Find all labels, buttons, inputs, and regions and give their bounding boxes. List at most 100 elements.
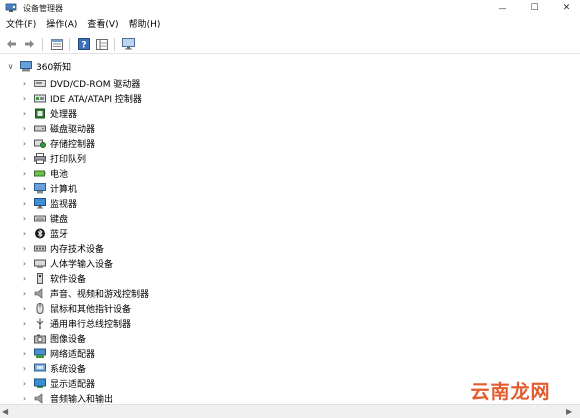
tree-category-row[interactable]: › 打印队列 — [20, 151, 86, 165]
monitor-icon — [34, 197, 46, 209]
menu-bar: 文件(F) 操作(A) 查看(V) 帮助(H) — [0, 17, 580, 34]
maximize-button[interactable]: ☐ — [520, 0, 549, 16]
toolbar-separator — [42, 37, 43, 51]
menu-help[interactable]: 帮助(H) — [124, 17, 166, 34]
memory-device-icon — [34, 243, 46, 254]
forward-button[interactable] — [21, 36, 38, 53]
chevron-right-icon[interactable]: › — [20, 211, 29, 225]
chevron-right-icon[interactable]: › — [20, 361, 29, 375]
tree-category-row[interactable]: › IDE ATA/ATAPI 控制器 — [20, 91, 142, 105]
tree-category-row[interactable]: › 处理器 — [20, 106, 77, 120]
tree-category-label: 网络适配器 — [50, 349, 96, 360]
tree-category-row[interactable]: › 键盘 — [20, 211, 68, 225]
tree-root-label: 360新知 — [36, 62, 72, 73]
scroll-right-icon[interactable]: ▶ — [566, 407, 576, 417]
chevron-right-icon[interactable]: › — [20, 316, 29, 330]
chevron-right-icon[interactable]: › — [20, 271, 29, 285]
tree-category-row[interactable]: › 显示适配器 — [20, 376, 95, 390]
tree-category-row[interactable]: › 声音、视频和游戏控制器 — [20, 286, 149, 300]
chevron-right-icon[interactable]: › — [20, 226, 29, 240]
tree-category-label: 内存技术设备 — [50, 244, 105, 255]
camera-icon — [34, 333, 46, 344]
tree-category-row[interactable]: › 网络适配器 — [20, 346, 95, 360]
properties-pane-button[interactable] — [48, 36, 65, 53]
tree-category-label: IDE ATA/ATAPI 控制器 — [50, 94, 142, 105]
mouse-icon — [34, 302, 46, 314]
tree-category-row[interactable]: › 软件设备 — [20, 271, 86, 285]
chevron-right-icon[interactable]: › — [20, 301, 29, 315]
chevron-right-icon[interactable]: › — [20, 91, 29, 105]
tree-category-row[interactable]: › DVD/CD-ROM 驱动器 — [20, 76, 140, 90]
computer-icon — [20, 60, 32, 72]
chevron-right-icon[interactable]: › — [20, 151, 29, 165]
tree-category-row[interactable]: › 图像设备 — [20, 331, 86, 345]
tree-category-label: 声音、视频和游戏控制器 — [50, 289, 150, 300]
tree-category-row[interactable]: › 磁盘驱动器 — [20, 121, 95, 135]
usb-icon — [34, 318, 46, 329]
minimize-icon: — — [498, 3, 507, 13]
computer-icon — [34, 182, 46, 194]
toolbar-separator — [69, 37, 70, 51]
tree-category-label: 监视器 — [50, 199, 78, 210]
chevron-right-icon[interactable]: › — [20, 181, 29, 195]
menu-action[interactable]: 操作(A) — [41, 17, 82, 34]
scan-hardware-button[interactable] — [120, 36, 137, 53]
chevron-right-icon[interactable]: › — [20, 121, 29, 135]
list-view-button[interactable] — [93, 36, 110, 53]
chevron-right-icon[interactable]: › — [20, 166, 29, 180]
tree-category-row[interactable]: › 鼠标和其他指针设备 — [20, 301, 131, 315]
chevron-right-icon[interactable]: › — [20, 331, 29, 345]
tree-category-row[interactable]: › 监视器 — [20, 196, 77, 210]
tree-root[interactable]: ∨ 360新知 — [6, 59, 71, 73]
tree-category-row[interactable]: › 蓝牙 — [20, 226, 68, 240]
keyboard-icon — [34, 213, 46, 224]
bluetooth-icon — [34, 228, 46, 239]
chevron-right-icon[interactable]: › — [20, 136, 29, 150]
site-watermark: 云南龙网 — [448, 378, 573, 403]
tree-category-row[interactable]: › 音频输入和输出 — [20, 391, 113, 405]
speaker-icon — [34, 287, 46, 299]
optical-drive-icon — [34, 78, 46, 89]
hid-icon — [34, 258, 46, 269]
battery-icon — [34, 168, 46, 179]
tree-category-row[interactable]: › 通用串行总线控制器 — [20, 316, 131, 330]
tree-category-label: 蓝牙 — [50, 229, 69, 240]
monitor-icon — [122, 38, 135, 50]
tree-category-row[interactable]: › 内存技术设备 — [20, 241, 104, 255]
processor-icon — [34, 108, 46, 119]
tree-category-row[interactable]: › 计算机 — [20, 181, 77, 195]
tree-category-label: 人体学输入设备 — [50, 259, 114, 270]
tree-category-label: 计算机 — [50, 184, 78, 195]
chevron-right-icon[interactable]: › — [20, 376, 29, 390]
back-button[interactable] — [3, 36, 20, 53]
menu-view[interactable]: 查看(V) — [82, 17, 123, 34]
chevron-right-icon[interactable]: › — [20, 196, 29, 210]
tree-category-row[interactable]: › 人体学输入设备 — [20, 256, 113, 270]
toolbar-separator — [114, 37, 115, 51]
chevron-right-icon[interactable]: › — [20, 241, 29, 255]
chevron-right-icon[interactable]: › — [20, 286, 29, 300]
scroll-left-icon[interactable]: ◀ — [2, 407, 12, 417]
horizontal-scrollbar[interactable]: ◀ ▶ — [0, 404, 580, 418]
tree-category-label: 打印队列 — [50, 154, 87, 165]
chevron-right-icon[interactable]: › — [20, 256, 29, 270]
help-button[interactable]: ? — [75, 36, 92, 53]
tree-category-label: 磁盘驱动器 — [50, 124, 96, 135]
menu-file[interactable]: 文件(F) — [0, 17, 41, 34]
minimize-button[interactable]: — — [488, 0, 517, 16]
chevron-right-icon[interactable]: › — [20, 76, 29, 90]
chevron-down-icon[interactable]: ∨ — [6, 59, 15, 73]
svg-text:?: ? — [81, 41, 86, 51]
tree-category-row[interactable]: › 系统设备 — [20, 361, 86, 375]
chevron-right-icon[interactable]: › — [20, 346, 29, 360]
tree-category-row[interactable]: › 存储控制器 — [20, 136, 95, 150]
tree-category-label: 处理器 — [50, 109, 78, 120]
tree-category-label: 系统设备 — [50, 364, 87, 375]
window-title: 设备管理器 — [23, 3, 63, 13]
close-button[interactable]: ✕ — [552, 0, 580, 16]
chevron-right-icon[interactable]: › — [20, 391, 29, 405]
device-tree: ∨ 360新知 › DVD/CD-ROM 驱动器 › IDE ATA/ATAPI 控制… — [0, 57, 580, 405]
chevron-right-icon[interactable]: › — [20, 106, 29, 120]
tree-category-row[interactable]: › 电池 — [20, 166, 68, 180]
tree-category-label: 软件设备 — [50, 274, 87, 285]
